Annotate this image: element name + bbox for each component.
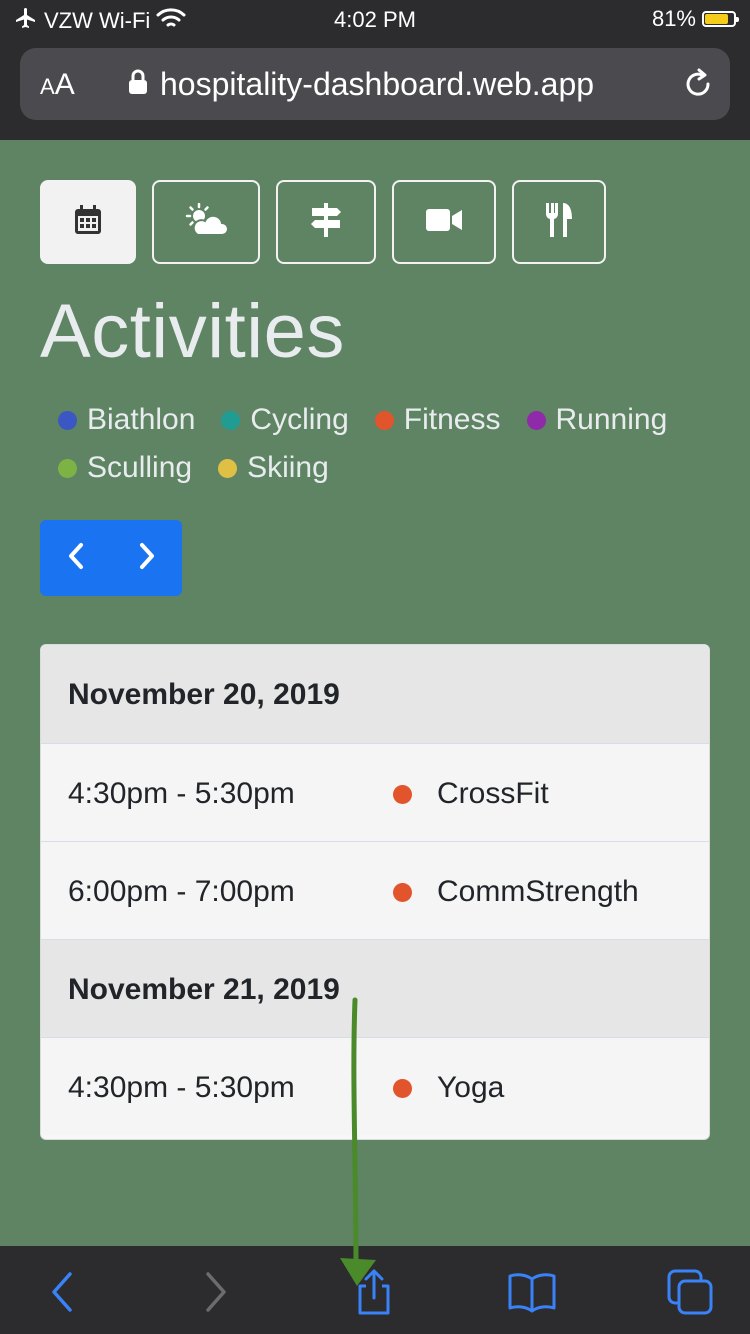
back-icon[interactable] — [36, 1268, 88, 1316]
browser-toolbar — [0, 1246, 750, 1334]
event-time: 4:30pm - 5:30pm — [68, 777, 295, 810]
date-header: November 21, 2019 — [41, 939, 709, 1037]
legend-dot — [58, 458, 77, 478]
legend-dot — [526, 410, 546, 430]
reload-icon[interactable] — [680, 66, 716, 102]
dining-button[interactable] — [512, 180, 606, 264]
event-time: 6:00pm - 7:00pm — [68, 875, 295, 908]
address-bar[interactable]: AA hospitality-dashboard.web.app — [20, 48, 730, 120]
legend-dot — [374, 410, 394, 430]
bookmarks-icon[interactable] — [506, 1268, 558, 1316]
text-size-button[interactable]: AA — [40, 68, 75, 102]
event-name: Yoga — [437, 1071, 505, 1104]
category-dot — [393, 883, 412, 902]
directions-button[interactable] — [276, 180, 376, 264]
browser-chrome: AA hospitality-dashboard.web.app — [0, 40, 750, 140]
status-bar: VZW Wi-Fi 4:02 PM 81% — [0, 0, 750, 40]
category-dot — [393, 785, 412, 804]
prev-button[interactable] — [40, 520, 111, 596]
date-header: November 20, 2019 — [41, 645, 709, 743]
calendar-button[interactable] — [40, 180, 136, 264]
legend-item-running: Running — [526, 403, 667, 437]
legend-dot — [58, 410, 77, 430]
battery-icon — [702, 11, 739, 27]
video-button[interactable] — [392, 180, 496, 264]
tabs-icon[interactable] — [664, 1268, 716, 1316]
url-text[interactable]: hospitality-dashboard.web.app — [160, 66, 594, 103]
legend-item-fitness: Fitness — [374, 403, 501, 437]
list-item[interactable]: 6:00pm - 7:00pm CommStrength — [41, 841, 709, 939]
next-button[interactable] — [111, 520, 182, 596]
signpost-icon — [309, 202, 343, 243]
event-name: CommStrength — [437, 875, 639, 908]
schedule-list: November 20, 2019 4:30pm - 5:30pm CrossF… — [40, 644, 710, 1140]
calendar-icon — [73, 204, 103, 241]
legend-item-cycling: Cycling — [221, 403, 349, 437]
status-time: 4:02 PM — [334, 7, 416, 32]
share-icon[interactable] — [348, 1268, 400, 1316]
legend-item-skiing: Skiing — [218, 451, 329, 485]
page-title: Activities — [40, 289, 345, 374]
legend-item-sculling: Sculling — [58, 451, 192, 485]
date-pager — [40, 520, 182, 596]
cloud-sun-icon — [184, 202, 229, 242]
chevron-right-icon — [137, 542, 157, 575]
list-item[interactable]: 4:30pm - 5:30pm Yoga — [41, 1037, 709, 1135]
legend-dot — [221, 410, 241, 430]
video-camera-icon — [425, 207, 463, 238]
utensils-icon — [544, 202, 574, 243]
legend-dot — [218, 458, 238, 478]
forward-icon[interactable] — [190, 1268, 242, 1316]
chevron-left-icon — [66, 542, 86, 575]
category-dot — [393, 1079, 412, 1098]
activity-legend: Biathlon Cycling Fitness Running Scullin… — [58, 396, 738, 492]
battery-percent: 81% — [651, 6, 696, 31]
lock-icon — [128, 66, 148, 103]
legend-item-biathlon: Biathlon — [58, 403, 195, 437]
event-name: CrossFit — [437, 777, 549, 810]
event-time: 4:30pm - 5:30pm — [68, 1071, 295, 1104]
list-item[interactable]: 4:30pm - 5:30pm CrossFit — [41, 743, 709, 841]
weather-button[interactable] — [152, 180, 260, 264]
